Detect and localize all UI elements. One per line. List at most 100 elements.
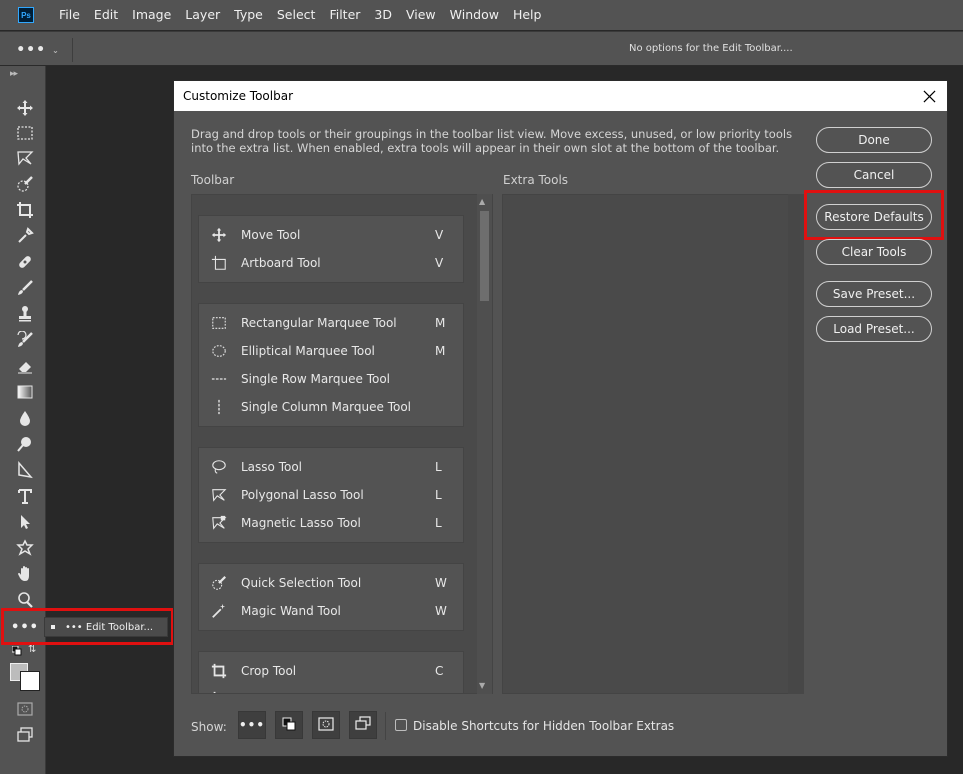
disable-shortcuts-label[interactable]: Disable Shortcuts for Hidden Toolbar Ext… <box>413 719 674 733</box>
show-screen-mode-toggle[interactable] <box>349 711 377 739</box>
save-preset-button[interactable]: Save Preset... <box>816 281 932 307</box>
menu-select[interactable]: Select <box>270 0 323 30</box>
list-item[interactable]: Polygonal Lasso Tool L <box>199 481 463 509</box>
tool-group-move[interactable]: Move Tool V Artboard Tool V <box>198 215 464 283</box>
menu-file[interactable]: File <box>52 0 87 30</box>
scrollbar-thumb[interactable] <box>480 211 489 301</box>
tool-shortcut: C <box>435 664 444 678</box>
extra-tools-label: Extra Tools <box>503 173 569 187</box>
lasso-icon[interactable] <box>14 148 36 168</box>
menu-filter[interactable]: Filter <box>322 0 367 30</box>
scroll-down-icon[interactable]: ▼ <box>479 681 485 690</box>
list-item[interactable]: Artboard Tool V <box>199 249 463 277</box>
tool-preset-picker[interactable]: ••• ⌄ <box>10 39 66 61</box>
blur-icon[interactable] <box>14 408 36 428</box>
healing-icon[interactable] <box>14 252 36 272</box>
tool-name: Rectangular Marquee Tool <box>241 316 397 330</box>
tool-shortcut: M <box>435 344 446 358</box>
eyedropper-icon[interactable] <box>14 226 36 246</box>
cancel-button[interactable]: Cancel <box>816 162 932 188</box>
show-dots-toggle[interactable]: ••• <box>238 711 266 739</box>
toolbar-list[interactable]: Move Tool V Artboard Tool V Rectangular … <box>191 194 493 694</box>
move-icon[interactable] <box>14 98 36 118</box>
crop-icon[interactable] <box>14 200 36 220</box>
done-button[interactable]: Done <box>816 127 932 153</box>
tool-name: Move Tool <box>241 228 301 242</box>
close-icon[interactable] <box>919 86 939 106</box>
default-colors-icon[interactable] <box>11 645 22 656</box>
tool-name: Crop Tool <box>241 664 297 678</box>
ellipse-marquee-icon <box>209 342 229 360</box>
list-item[interactable]: Single Column Marquee Tool <box>199 393 463 421</box>
brush-icon[interactable] <box>14 278 36 298</box>
type-icon[interactable] <box>14 486 36 506</box>
menu-image[interactable]: Image <box>125 0 178 30</box>
menu-window[interactable]: Window <box>443 0 506 30</box>
disable-shortcuts-checkbox[interactable] <box>395 719 407 731</box>
crop-icon <box>209 662 229 680</box>
tools-panel: ▸▸ ••• ⇅ <box>0 66 46 774</box>
history-brush-icon[interactable] <box>14 330 36 350</box>
screen-mode-icon[interactable] <box>14 725 36 745</box>
tool-group-marquee[interactable]: Rectangular Marquee Tool M Elliptical Ma… <box>198 303 464 427</box>
perspective-crop-icon <box>209 690 229 693</box>
column-marquee-icon <box>209 398 229 416</box>
extra-tools-scrollbar[interactable] <box>788 194 804 694</box>
tool-group-lasso[interactable]: Lasso Tool L Polygonal Lasso Tool L Magn… <box>198 447 464 543</box>
list-item[interactable]: Elliptical Marquee Tool M <box>199 337 463 365</box>
dots-icon: ••• <box>239 718 266 732</box>
list-item[interactable]: Quick Selection Tool W <box>199 569 463 597</box>
list-item[interactable]: Move Tool V <box>199 221 463 249</box>
dots-icon: ••• <box>16 42 47 58</box>
quick-mask-icon[interactable] <box>14 699 36 719</box>
edit-toolbar-menu-item[interactable]: ••• Edit Toolbar... <box>44 617 168 637</box>
tool-shortcut: W <box>435 576 447 590</box>
list-item[interactable]: Magic Wand Tool W <box>199 597 463 625</box>
hand-icon[interactable] <box>14 564 36 584</box>
list-item[interactable]: Single Row Marquee Tool <box>199 365 463 393</box>
tool-name: Magic Wand Tool <box>241 604 341 618</box>
dialog-title: Customize Toolbar <box>183 89 294 103</box>
rect-marquee-icon[interactable] <box>14 123 36 143</box>
show-fg-bg-toggle[interactable] <box>275 711 303 739</box>
menu-edit[interactable]: Edit <box>87 0 125 30</box>
list-item[interactable]: Rectangular Marquee Tool M <box>199 309 463 337</box>
show-label: Show: <box>191 720 227 734</box>
pen-icon[interactable] <box>14 460 36 480</box>
zoom-icon[interactable] <box>14 590 36 610</box>
menu-layer[interactable]: Layer <box>178 0 227 30</box>
scroll-up-icon[interactable]: ▲ <box>479 197 485 206</box>
tool-group-crop[interactable]: Crop Tool C <box>198 651 464 693</box>
stamp-icon[interactable] <box>14 304 36 324</box>
dodge-icon[interactable] <box>14 434 36 454</box>
extra-tools-list[interactable] <box>502 194 804 694</box>
clear-tools-button[interactable]: Clear Tools <box>816 239 932 265</box>
tool-name: Single Column Marquee Tool <box>241 400 412 414</box>
quick-select-icon[interactable] <box>14 174 36 194</box>
chevron-down-icon: ⌄ <box>52 45 60 55</box>
show-quick-mask-toggle[interactable] <box>312 711 340 739</box>
dialog-footer: Show: ••• Disable Shortcuts for Hidden T… <box>174 706 947 756</box>
list-item[interactable]: Crop Tool C <box>199 657 463 685</box>
footer-divider <box>385 712 386 740</box>
path-select-icon[interactable] <box>14 512 36 532</box>
tool-shortcut: L <box>435 516 442 530</box>
gradient-icon[interactable] <box>14 382 36 402</box>
tool-group-selection[interactable]: Quick Selection Tool W Magic Wand Tool W <box>198 563 464 631</box>
list-item[interactable]: Magnetic Lasso Tool L <box>199 509 463 537</box>
photoshop-logo: Ps <box>18 7 34 23</box>
load-preset-button[interactable]: Load Preset... <box>816 316 932 342</box>
menu-3d[interactable]: 3D <box>367 0 399 30</box>
menu-view[interactable]: View <box>399 0 443 30</box>
menu-help[interactable]: Help <box>506 0 549 30</box>
options-divider <box>72 38 73 62</box>
shape-icon[interactable] <box>14 538 36 558</box>
background-color-swatch[interactable] <box>20 671 40 691</box>
menu-type[interactable]: Type <box>227 0 270 30</box>
list-item[interactable]: Lasso Tool L <box>199 453 463 481</box>
collapse-grip-icon[interactable]: ▸▸ <box>10 69 18 79</box>
swap-colors-icon[interactable]: ⇅ <box>28 644 36 655</box>
eraser-icon[interactable] <box>14 356 36 376</box>
list-item[interactable] <box>199 685 463 693</box>
tool-shortcut: L <box>435 488 442 502</box>
